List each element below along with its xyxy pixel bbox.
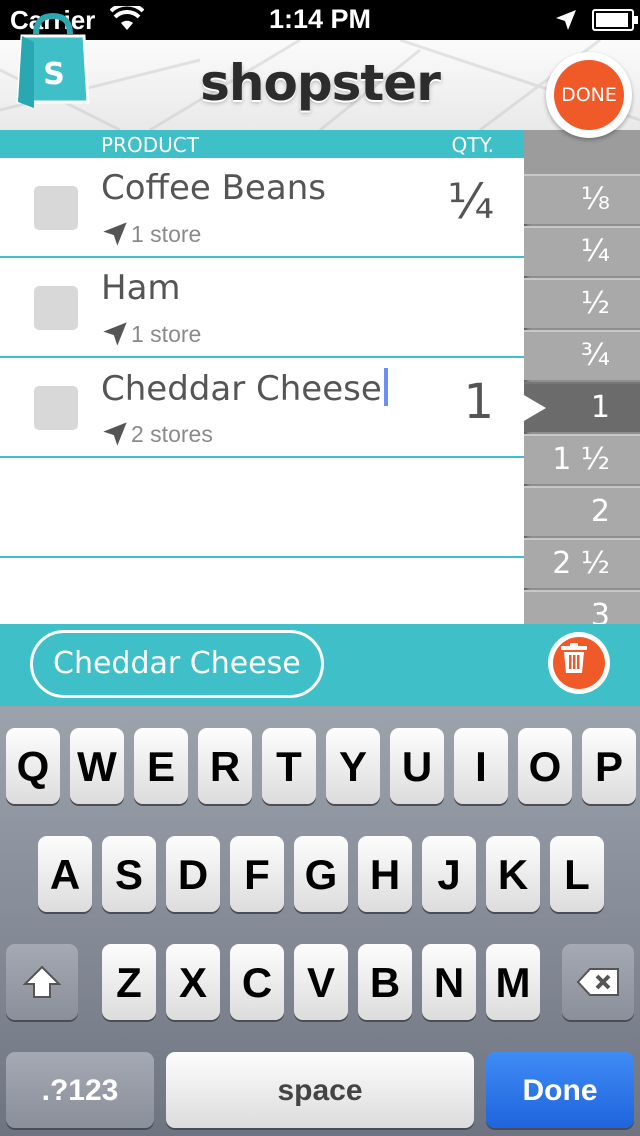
space-key[interactable]: space	[166, 1052, 474, 1128]
list-item[interactable]: Ham 1 store	[0, 258, 524, 358]
item-checkbox[interactable]	[34, 386, 78, 430]
list-item[interactable]: Cheddar Cheese 2 stores 1	[0, 358, 524, 458]
key-a[interactable]: A	[38, 836, 92, 912]
key-i[interactable]: I	[454, 728, 508, 804]
item-stores: 2 stores	[101, 420, 213, 448]
key-l[interactable]: L	[550, 836, 604, 912]
qty-option[interactable]: ½	[524, 278, 640, 328]
item-checkbox[interactable]	[34, 186, 78, 230]
app-header: shopster	[0, 40, 640, 130]
text-cursor	[383, 368, 388, 406]
key-b[interactable]: B	[358, 944, 412, 1020]
qty-pointer-icon	[512, 388, 546, 428]
clock: 1:14 PM	[268, 4, 372, 34]
key-j[interactable]: J	[422, 836, 476, 912]
item-name[interactable]: Cheddar Cheese	[101, 368, 388, 409]
app-title: shopster	[200, 54, 441, 112]
key-r[interactable]: R	[198, 728, 252, 804]
item-stores: 1 store	[101, 320, 201, 348]
backspace-icon	[576, 968, 619, 996]
key-u[interactable]: U	[390, 728, 444, 804]
qty-picker[interactable]: ⅛ ¼ ½ ¾ 1 1 ½ 2 2 ½ 3	[524, 130, 640, 624]
qty-option[interactable]: 3	[524, 590, 640, 624]
item-qty[interactable]: ¼	[447, 174, 494, 230]
done-button[interactable]: DONE	[546, 52, 632, 138]
location-arrow-icon	[103, 322, 127, 346]
item-checkbox[interactable]	[34, 286, 78, 330]
qty-option[interactable]: 2	[524, 486, 640, 536]
key-k[interactable]: K	[486, 836, 540, 912]
battery-icon	[592, 9, 638, 31]
item-stores-label: 2 stores	[131, 420, 213, 447]
delete-button[interactable]	[548, 632, 610, 694]
key-c[interactable]: C	[230, 944, 284, 1020]
key-s[interactable]: S	[102, 836, 156, 912]
numbers-key[interactable]: .?123	[6, 1052, 154, 1128]
editing-item-pill[interactable]: Cheddar Cheese	[30, 630, 324, 698]
shift-icon	[22, 965, 62, 998]
list-item[interactable]: Coffee Beans 1 store ¼	[0, 158, 524, 258]
item-name[interactable]: Coffee Beans	[101, 168, 326, 208]
key-x[interactable]: X	[166, 944, 220, 1020]
item-stores-label: 1 store	[131, 220, 202, 247]
location-icon	[556, 10, 576, 30]
backspace-key[interactable]	[562, 944, 634, 1020]
shopping-list: PRODUCT QTY. Coffee Beans 1 store ¼ Ham …	[0, 130, 524, 624]
key-g[interactable]: G	[294, 836, 348, 912]
trash-icon	[561, 643, 587, 673]
key-m[interactable]: M	[486, 944, 540, 1020]
keyboard-done-key[interactable]: Done	[486, 1052, 634, 1128]
key-w[interactable]: W	[70, 728, 124, 804]
empty-row	[0, 458, 524, 558]
key-f[interactable]: F	[230, 836, 284, 912]
shift-key[interactable]	[6, 944, 78, 1020]
qty-option[interactable]: 2 ½	[524, 538, 640, 588]
key-h[interactable]: H	[358, 836, 412, 912]
key-d[interactable]: D	[166, 836, 220, 912]
shopping-bag-logo: S	[16, 12, 90, 108]
key-v[interactable]: V	[294, 944, 348, 1020]
item-qty[interactable]: 1	[463, 374, 494, 430]
key-p[interactable]: P	[582, 728, 636, 804]
qty-option[interactable]: ⅛	[524, 174, 640, 224]
key-z[interactable]: Z	[102, 944, 156, 1020]
qty-option[interactable]: 1 ½	[524, 434, 640, 484]
keyboard: Q W E R T Y U I O P A S D F G H J K L Z …	[0, 706, 640, 1136]
key-e[interactable]: E	[134, 728, 188, 804]
key-y[interactable]: Y	[326, 728, 380, 804]
item-name[interactable]: Ham	[101, 268, 181, 308]
item-stores-label: 1 store	[131, 320, 202, 347]
qty-column-label: QTY.	[451, 133, 494, 157]
location-arrow-icon	[103, 222, 127, 246]
qty-option[interactable]: ¼	[524, 226, 640, 276]
product-column-label: PRODUCT	[101, 133, 199, 157]
key-o[interactable]: O	[518, 728, 572, 804]
key-n[interactable]: N	[422, 944, 476, 1020]
item-stores: 1 store	[101, 220, 201, 248]
qty-option[interactable]: ¾	[524, 330, 640, 380]
location-arrow-icon	[103, 422, 127, 446]
done-button-label: DONE	[554, 60, 624, 130]
status-bar: Carrier 1:14 PM	[0, 0, 640, 40]
edit-bar: Cheddar Cheese	[0, 624, 640, 706]
key-q[interactable]: Q	[6, 728, 60, 804]
item-name-text: Cheddar Cheese	[101, 369, 382, 409]
column-header: PRODUCT QTY.	[0, 130, 524, 158]
key-t[interactable]: T	[262, 728, 316, 804]
svg-text:S: S	[43, 57, 65, 92]
